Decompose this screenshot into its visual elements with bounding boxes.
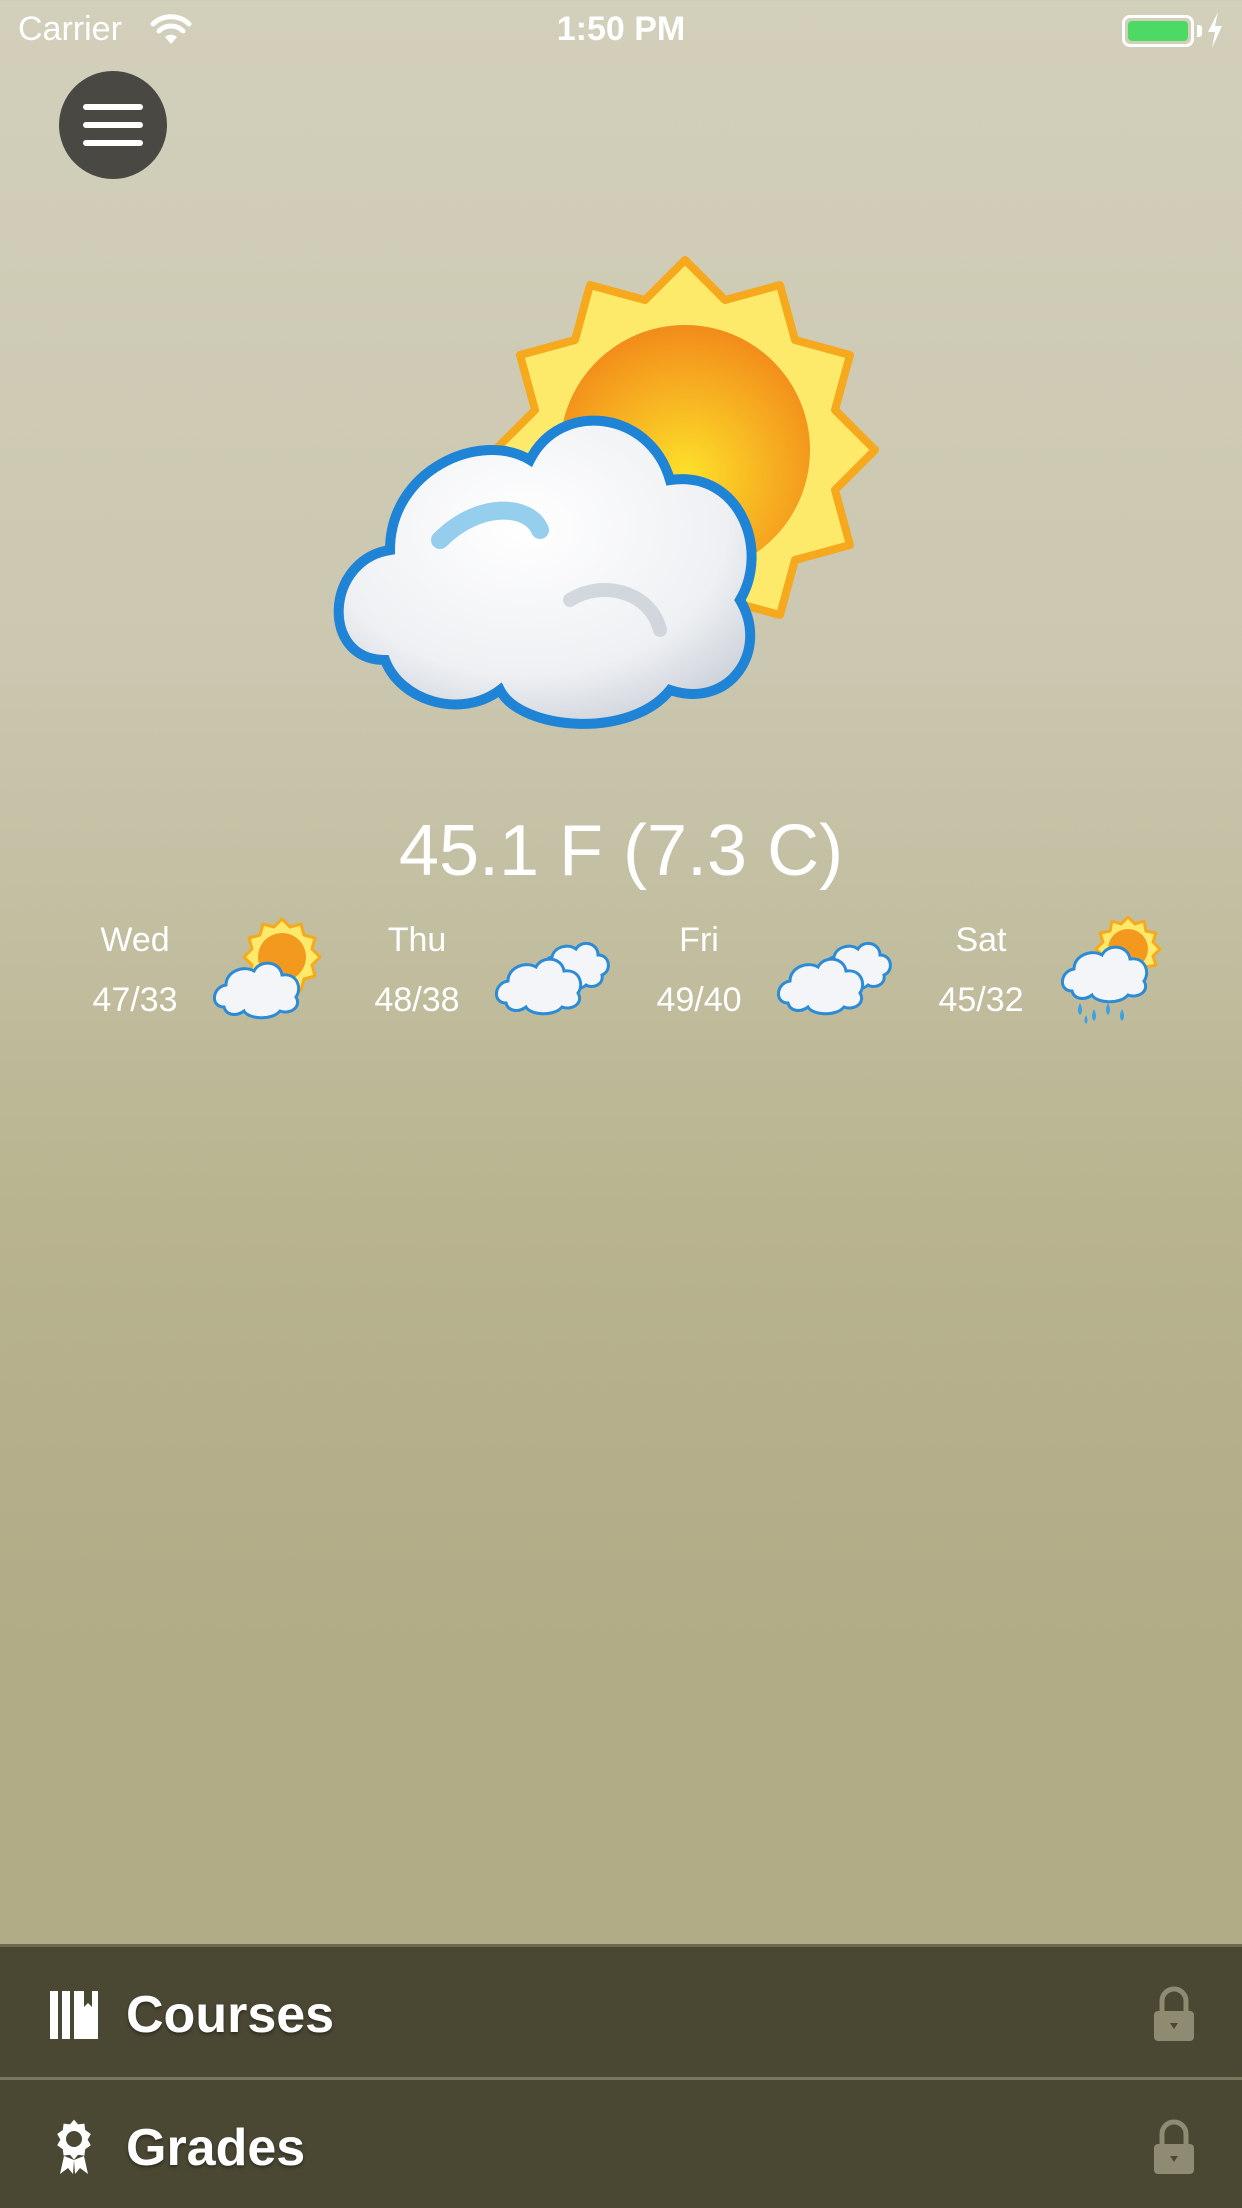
grades-label: Grades xyxy=(126,2119,306,2177)
cloudy-icon xyxy=(777,941,892,1016)
charging-bolt-icon xyxy=(1208,12,1222,48)
hamburger-line xyxy=(83,104,143,110)
battery-tip xyxy=(1197,25,1202,37)
lock-icon xyxy=(1154,1986,1194,2041)
status-bar: Carrier 1:50 PM xyxy=(0,0,1242,62)
grades-menu-item[interactable]: Grades xyxy=(0,2080,1242,2208)
hamburger-line xyxy=(83,122,143,128)
forecast-row: Wed 47/33 Thu 48/38 Fri 49/40 Sat 45/32 xyxy=(60,915,1180,1035)
courses-label: Courses xyxy=(126,1986,335,2044)
battery-icon xyxy=(1122,15,1194,47)
bottom-menu-panel: Courses Grades xyxy=(0,1944,1242,2208)
cloudy-icon xyxy=(495,941,610,1016)
book-icon xyxy=(50,1991,98,2039)
status-time: 1:50 PM xyxy=(556,10,686,48)
forecast-day-name: Fri xyxy=(679,921,719,959)
award-icon xyxy=(57,2119,91,2174)
partly-cloudy-icon xyxy=(213,917,322,1020)
forecast-day-sat: Sat 45/32 xyxy=(906,915,1188,1035)
courses-menu-item[interactable]: Courses xyxy=(0,1947,1242,2077)
forecast-day-name: Thu xyxy=(387,921,447,959)
current-temperature: 45.1 F (7.3 C) xyxy=(398,811,844,891)
lock-icon xyxy=(1154,2119,1194,2174)
forecast-day-fri: Fri 49/40 xyxy=(624,915,906,1035)
forecast-temp-range: 48/38 xyxy=(374,981,460,1019)
partly-cloudy-icon xyxy=(333,256,879,729)
forecast-temp-range: 45/32 xyxy=(938,981,1024,1019)
hamburger-line xyxy=(83,140,143,146)
forecast-day-name: Sat xyxy=(955,921,1007,959)
forecast-day-thu: Thu 48/38 xyxy=(342,915,624,1035)
forecast-temp-range: 49/40 xyxy=(656,981,742,1019)
rain-sun-icon xyxy=(1061,915,1162,1024)
forecast-day-name: Wed xyxy=(100,921,170,959)
forecast-temp-range: 47/33 xyxy=(92,981,178,1019)
menu-button[interactable] xyxy=(59,71,167,179)
forecast-day-wed: Wed 47/33 xyxy=(60,915,342,1035)
